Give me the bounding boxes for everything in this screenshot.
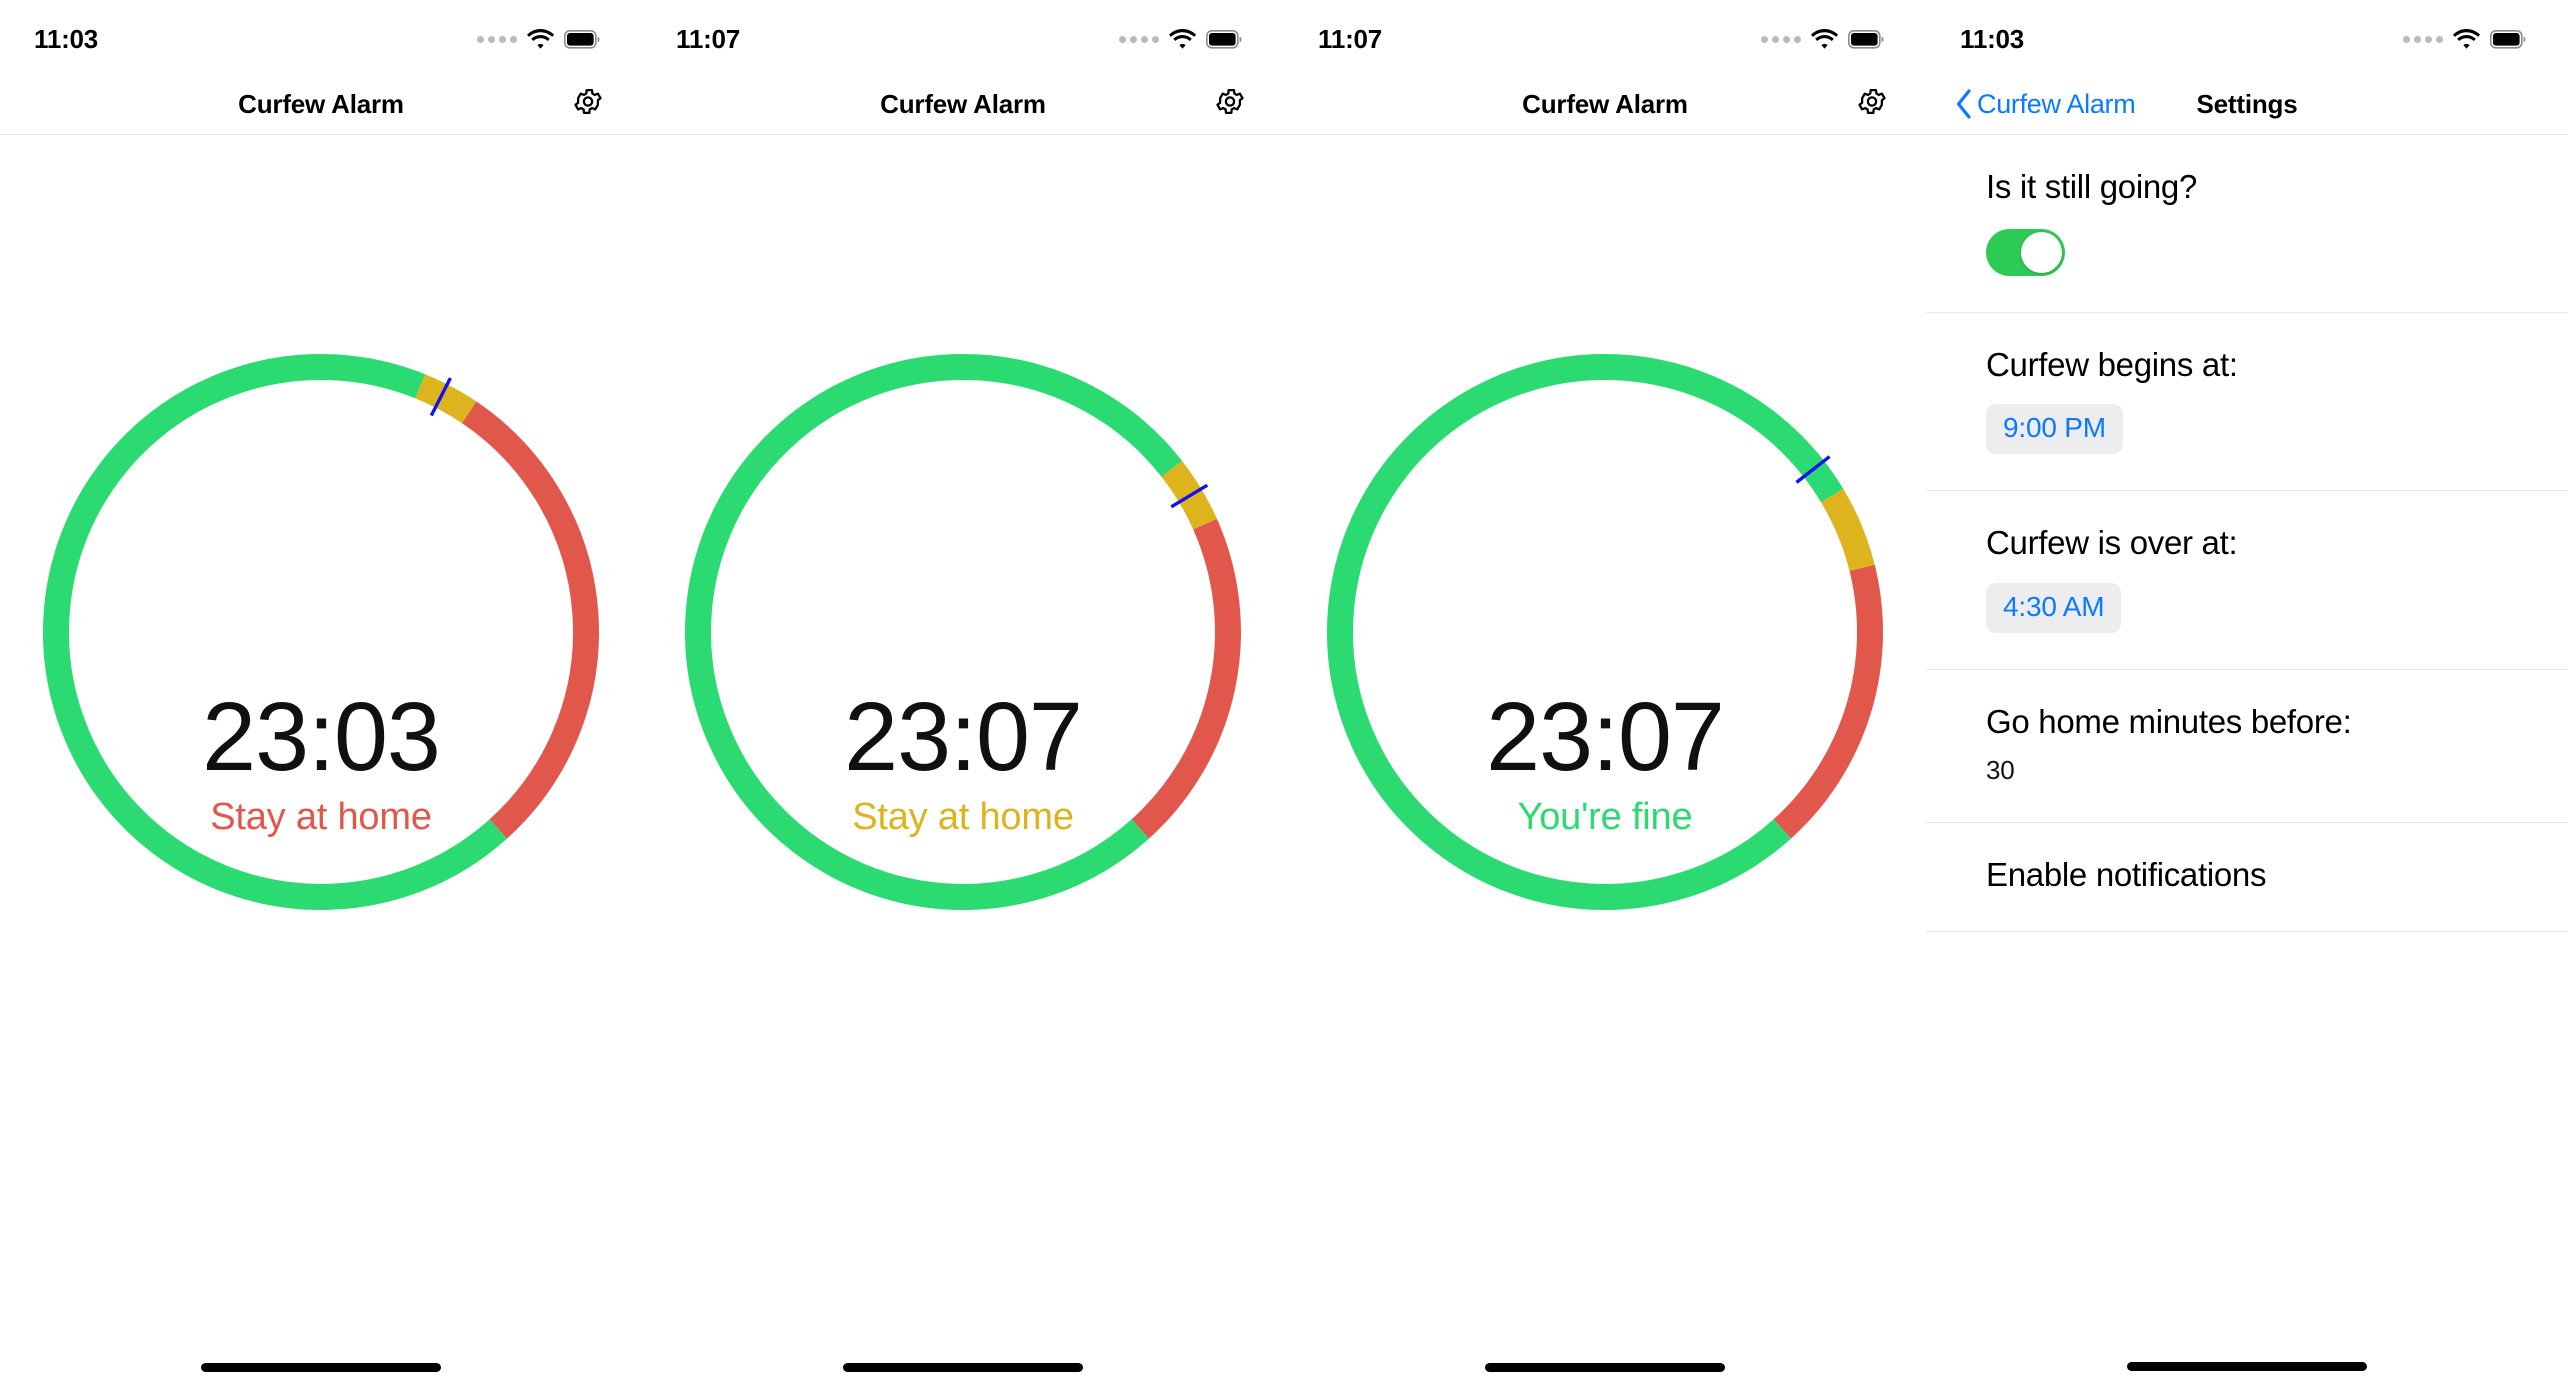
- ring-segments: [685, 354, 1241, 910]
- home-indicator: [843, 1363, 1083, 1372]
- battery-full-icon: [1206, 29, 1242, 49]
- gear-icon[interactable]: [1856, 86, 1888, 123]
- battery-full-icon: [2490, 29, 2526, 49]
- ring-segment-green-after: [1327, 354, 1791, 910]
- status-bar-time: 11:03: [34, 23, 99, 54]
- ring-segments: [1327, 354, 1883, 910]
- signal-dots-icon: [1119, 35, 1159, 43]
- status-bar: 11:07: [642, 0, 1284, 74]
- settings-label: Curfew is over at:: [1986, 524, 2238, 562]
- page-title: Curfew Alarm: [238, 88, 404, 119]
- status-bar: 11:07: [1284, 0, 1926, 74]
- ring-segment-green-before: [1604, 354, 1844, 503]
- ring-svg: [43, 354, 599, 910]
- curfew-over-time-picker[interactable]: 4:30 AM: [1986, 582, 2122, 633]
- wifi-icon: [1169, 29, 1196, 49]
- status-bar-indicators: [1761, 29, 1884, 49]
- chevron-left-icon: [1956, 89, 1971, 119]
- gear-icon[interactable]: [572, 86, 604, 123]
- ring-segment-red: [1131, 518, 1241, 839]
- wifi-icon: [2453, 29, 2480, 49]
- ring-svg: [1327, 354, 1883, 910]
- curfew-ring-gauge: [1314, 341, 1896, 923]
- signal-dots-icon: [2403, 35, 2443, 43]
- settings-row-enable-notifications[interactable]: Enable notifications: [1926, 823, 2568, 932]
- settings-list: Is it still going? Curfew begins at: 9:0…: [1926, 135, 2568, 932]
- curfew-ring-gauge: [30, 341, 612, 923]
- wifi-icon: [1811, 29, 1838, 49]
- status-bar-indicators: [2403, 29, 2526, 49]
- phone-screen-1: 11:03 Curfew Alarm 23:03 Stay at home: [0, 0, 642, 1389]
- curfew-ring-gauge: [672, 341, 1254, 923]
- ring-segments: [43, 354, 599, 910]
- nav-bar: Curfew Alarm: [1284, 74, 1926, 135]
- toggle-knob: [2021, 231, 2062, 273]
- ring-segment-green-before: [320, 354, 426, 399]
- gauge-area: 23:07 You're fine: [1284, 135, 1926, 1390]
- still-going-toggle[interactable]: [1986, 228, 2065, 276]
- status-bar-indicators: [477, 29, 600, 49]
- settings-row-curfew-over: Curfew is over at: 4:30 AM: [1926, 491, 2568, 670]
- go-home-minutes-input[interactable]: 30: [1986, 755, 2508, 786]
- gauge-area: 23:03 Stay at home: [0, 135, 642, 1390]
- phone-screen-2: 11:07 Curfew Alarm 23:07 Stay at home: [642, 0, 1284, 1389]
- phone-screen-settings: 11:03 Curfew Alarm Settings Is it still …: [1926, 0, 2568, 1389]
- home-indicator: [1485, 1363, 1725, 1372]
- ring-segment-green-before: [962, 354, 1183, 477]
- battery-full-icon: [564, 29, 600, 49]
- settings-label: Go home minutes before:: [1986, 702, 2352, 740]
- home-indicator: [2127, 1362, 2367, 1371]
- settings-row-still-going: Is it still going?: [1926, 135, 2568, 313]
- settings-label: Curfew begins at:: [1986, 345, 2238, 383]
- page-title: Curfew Alarm: [1522, 88, 1688, 119]
- gear-icon[interactable]: [1214, 86, 1246, 123]
- back-button[interactable]: Curfew Alarm: [1954, 88, 2136, 120]
- phone-screen-3: 11:07 Curfew Alarm 23:07 You're fine: [1284, 0, 1926, 1389]
- signal-dots-icon: [1761, 35, 1801, 43]
- ring-segment-red: [1773, 564, 1883, 839]
- status-bar-indicators: [1119, 29, 1242, 49]
- settings-row-go-home-minutes: Go home minutes before: 30: [1926, 670, 2568, 824]
- home-indicator: [201, 1363, 441, 1372]
- status-bar: 11:03: [0, 0, 642, 74]
- battery-full-icon: [1848, 29, 1884, 49]
- status-bar: 11:03: [1926, 0, 2568, 74]
- status-bar-time: 11:03: [1960, 23, 2025, 54]
- nav-bar: Curfew Alarm: [0, 74, 642, 135]
- screenshot-strip: 11:03 Curfew Alarm 23:03 Stay at home 11…: [0, 0, 2568, 1389]
- settings-label: Is it still going?: [1986, 168, 2198, 205]
- status-bar-time: 11:07: [676, 23, 741, 54]
- ring-segment-red: [461, 401, 599, 839]
- page-title: Curfew Alarm: [880, 88, 1046, 119]
- signal-dots-icon: [477, 35, 517, 43]
- ring-segment-green-after: [43, 354, 507, 910]
- back-button-label: Curfew Alarm: [1977, 88, 2136, 119]
- nav-bar: Curfew Alarm Settings: [1926, 74, 2568, 135]
- wifi-icon: [527, 29, 554, 49]
- gauge-area: 23:07 Stay at home: [642, 135, 1284, 1390]
- page-title: Settings: [2196, 88, 2298, 119]
- status-bar-time: 11:07: [1318, 23, 1383, 54]
- ring-segment-yellow: [1820, 488, 1875, 572]
- settings-label: Enable notifications: [1986, 856, 2267, 894]
- settings-row-curfew-begins: Curfew begins at: 9:00 PM: [1926, 313, 2568, 492]
- nav-bar: Curfew Alarm: [642, 74, 1284, 135]
- ring-svg: [685, 354, 1241, 910]
- curfew-begins-time-picker[interactable]: 9:00 PM: [1986, 404, 2123, 455]
- ring-segment-green-after: [685, 354, 1149, 910]
